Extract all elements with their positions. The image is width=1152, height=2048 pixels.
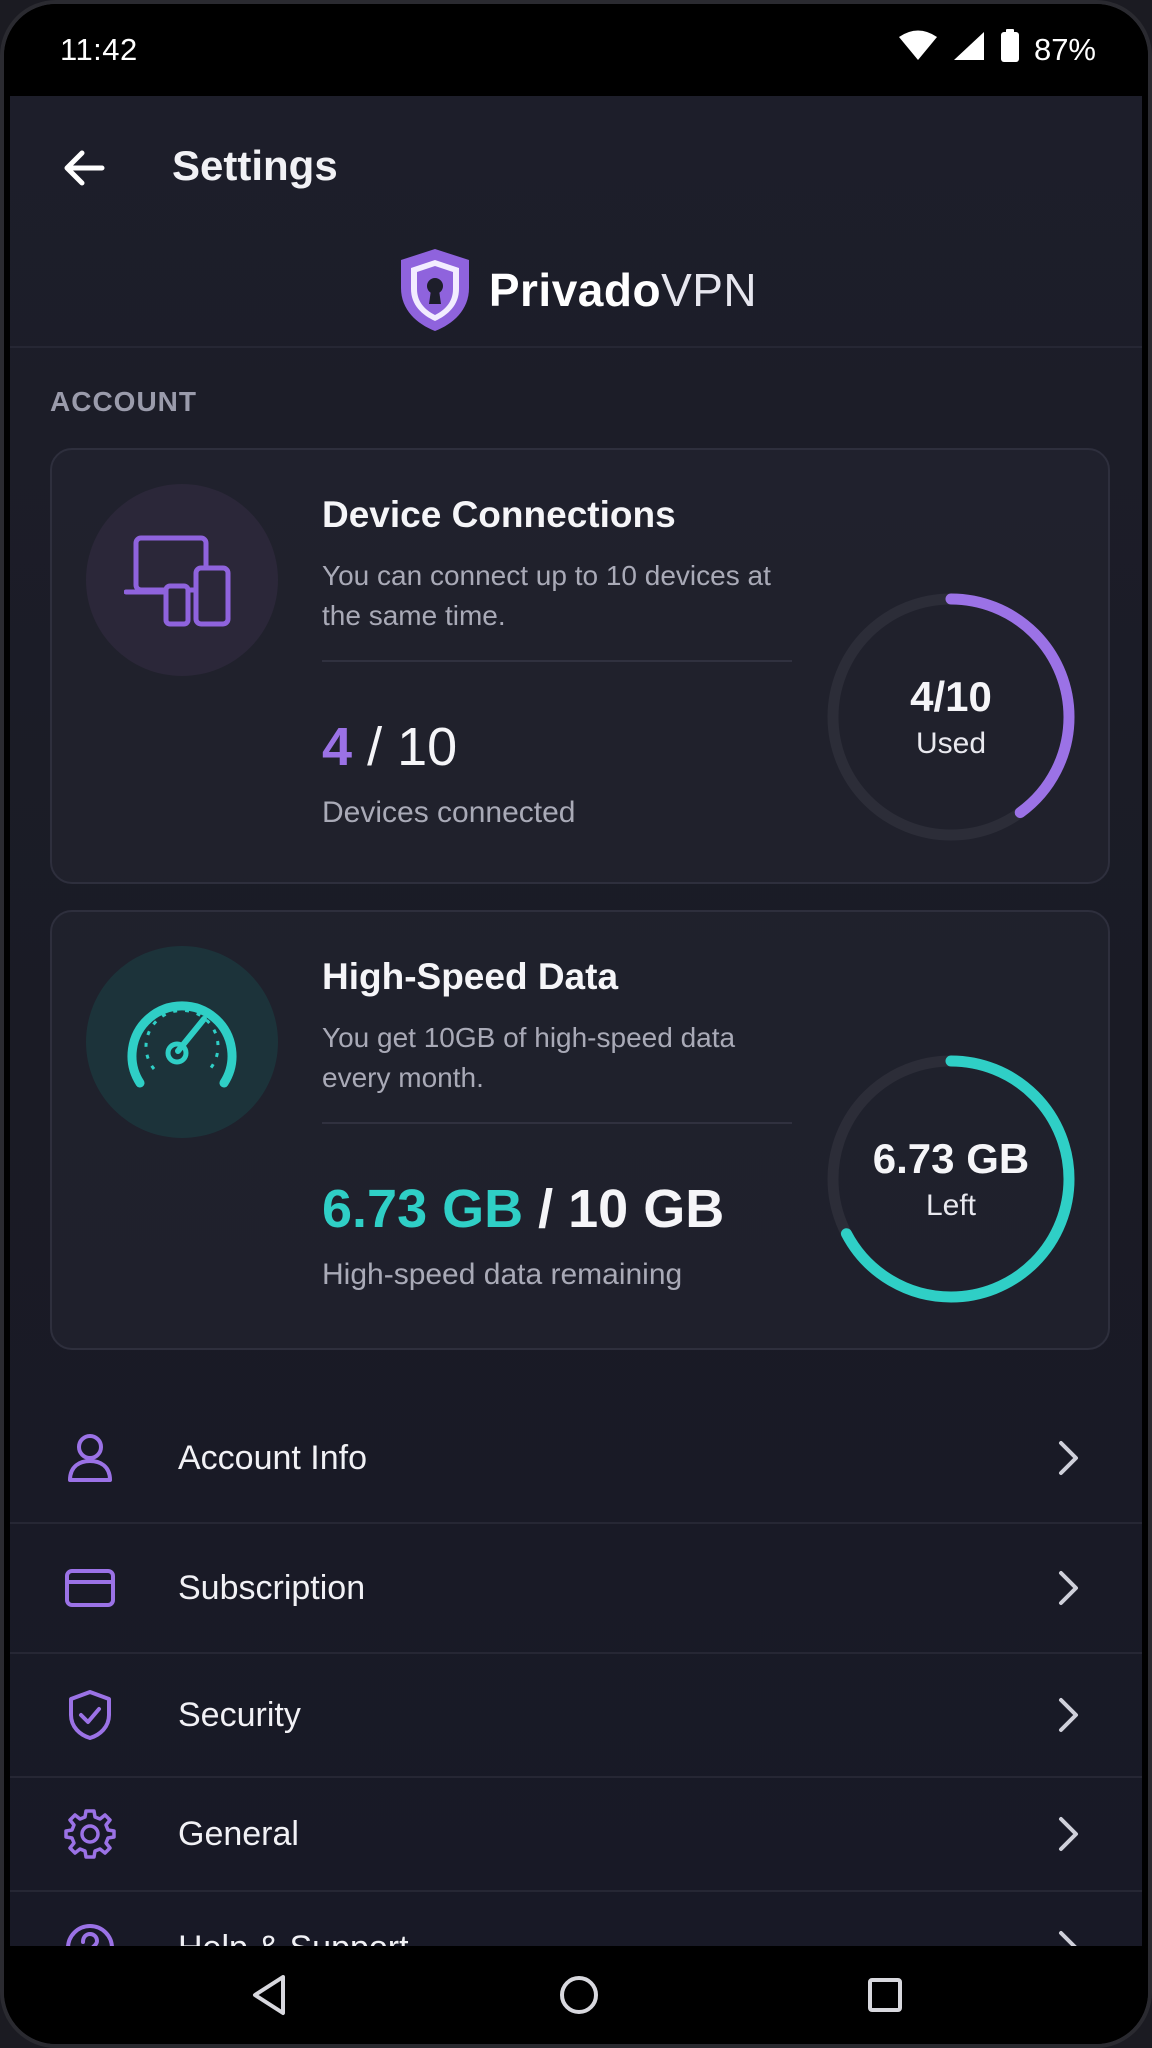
device-connections-card: Device Connections You can connect up to…: [50, 448, 1110, 884]
menu-item-help-support[interactable]: Help & Support: [10, 1892, 1142, 1954]
cell-signal-icon: [952, 30, 986, 70]
menu-item-account-info[interactable]: Account Info: [10, 1394, 1142, 1522]
divider: [322, 1122, 792, 1124]
device-connections-description: You can connect up to 10 devices at the …: [322, 560, 771, 631]
status-icons: 87%: [898, 29, 1096, 71]
status-time: 11:42: [60, 32, 138, 67]
devices-ring-label: 4/10 Used: [822, 588, 1080, 846]
system-navigation-bar: [4, 1946, 1148, 2044]
menu-item-subscription[interactable]: Subscription: [10, 1524, 1142, 1652]
brand-logo: PrivadoVPN: [10, 240, 1142, 340]
chevron-right-icon: [1054, 1695, 1084, 1735]
triangle-back-icon: [253, 1975, 285, 2015]
gear-icon: [62, 1806, 118, 1862]
nav-back-button[interactable]: [242, 1968, 296, 2022]
data-remaining-value: 6.73 GB / 10 GB: [322, 1178, 724, 1240]
menu-item-label: Account Info: [178, 1438, 368, 1477]
phone-frame: 11:42 87% Settings PrivadoVPN ACCOUNT De…: [0, 0, 1152, 2048]
high-speed-data-title: High-Speed Data: [322, 956, 619, 997]
credit-card-icon: [62, 1560, 118, 1616]
top-app-bar: Settings: [10, 96, 1142, 236]
chevron-right-icon: [1054, 1814, 1084, 1854]
page-title: Settings: [172, 142, 338, 189]
high-speed-data-description: You get 10GB of high-speed data every mo…: [322, 1022, 736, 1093]
high-speed-data-card: High-Speed Data You get 10GB of high-spe…: [50, 910, 1110, 1350]
shield-check-icon: [62, 1687, 118, 1743]
devices-icon: [124, 535, 231, 627]
circle-home-icon: [560, 1976, 598, 2014]
shield-keyhole-icon: [400, 249, 469, 331]
brand-name-strong: Privado: [488, 264, 662, 316]
devices-ring-value: 4/10: [910, 673, 992, 720]
battery-icon: [1000, 29, 1020, 71]
devices-connected-value: 4 / 10: [322, 716, 457, 778]
settings-screen: Settings PrivadoVPN ACCOUNT Device Conne…: [10, 96, 1142, 1954]
divider: [322, 660, 792, 662]
chevron-right-icon: [1054, 1568, 1084, 1608]
arrow-left-icon: [64, 150, 105, 186]
data-remaining-amount: 6.73 GB: [322, 1179, 524, 1239]
square-recents-icon: [868, 1978, 902, 2012]
wifi-icon: [898, 30, 938, 70]
chevron-right-icon: [1054, 1438, 1084, 1478]
menu-item-general[interactable]: General: [10, 1778, 1142, 1890]
devices-usage-ring: 4/10 Used: [822, 588, 1080, 846]
divider: [10, 346, 1142, 348]
speedometer-icon: [127, 1001, 237, 1088]
devices-used-count: 4: [322, 717, 353, 777]
menu-item-label: General: [178, 1814, 299, 1853]
data-ring-label: 6.73 GB Left: [822, 1050, 1080, 1308]
battery-percent: 87%: [1033, 32, 1096, 67]
brand-name-light: VPN: [661, 264, 758, 316]
status-bar: 11:42 87%: [4, 4, 1148, 96]
data-total: / 10 GB: [538, 1179, 725, 1239]
devices-ring-sublabel: Used: [915, 727, 987, 760]
nav-recents-button[interactable]: [858, 1968, 912, 2022]
user-icon: [62, 1430, 118, 1486]
devices-total: / 10: [367, 717, 458, 777]
section-label-account: ACCOUNT: [50, 386, 197, 417]
data-usage-ring: 6.73 GB Left: [822, 1050, 1080, 1308]
data-ring-value: 6.73 GB: [872, 1135, 1030, 1182]
menu-item-security[interactable]: Security: [10, 1654, 1142, 1776]
data-remaining-caption: High-speed data remaining: [322, 1258, 683, 1291]
speedometer-icon-badge: [86, 946, 278, 1138]
device-connections-title: Device Connections: [322, 494, 676, 535]
nav-home-button[interactable]: [552, 1968, 606, 2022]
menu-item-label: Subscription: [178, 1568, 366, 1607]
back-button[interactable]: [54, 138, 114, 198]
settings-menu: Account Info Subscription Security Gener…: [10, 1394, 1142, 1954]
data-ring-sublabel: Left: [925, 1189, 977, 1222]
brand-name: PrivadoVPN: [489, 263, 757, 317]
menu-item-label: Security: [178, 1695, 301, 1734]
devices-icon-badge: [86, 484, 278, 676]
devices-connected-caption: Devices connected: [322, 796, 576, 829]
